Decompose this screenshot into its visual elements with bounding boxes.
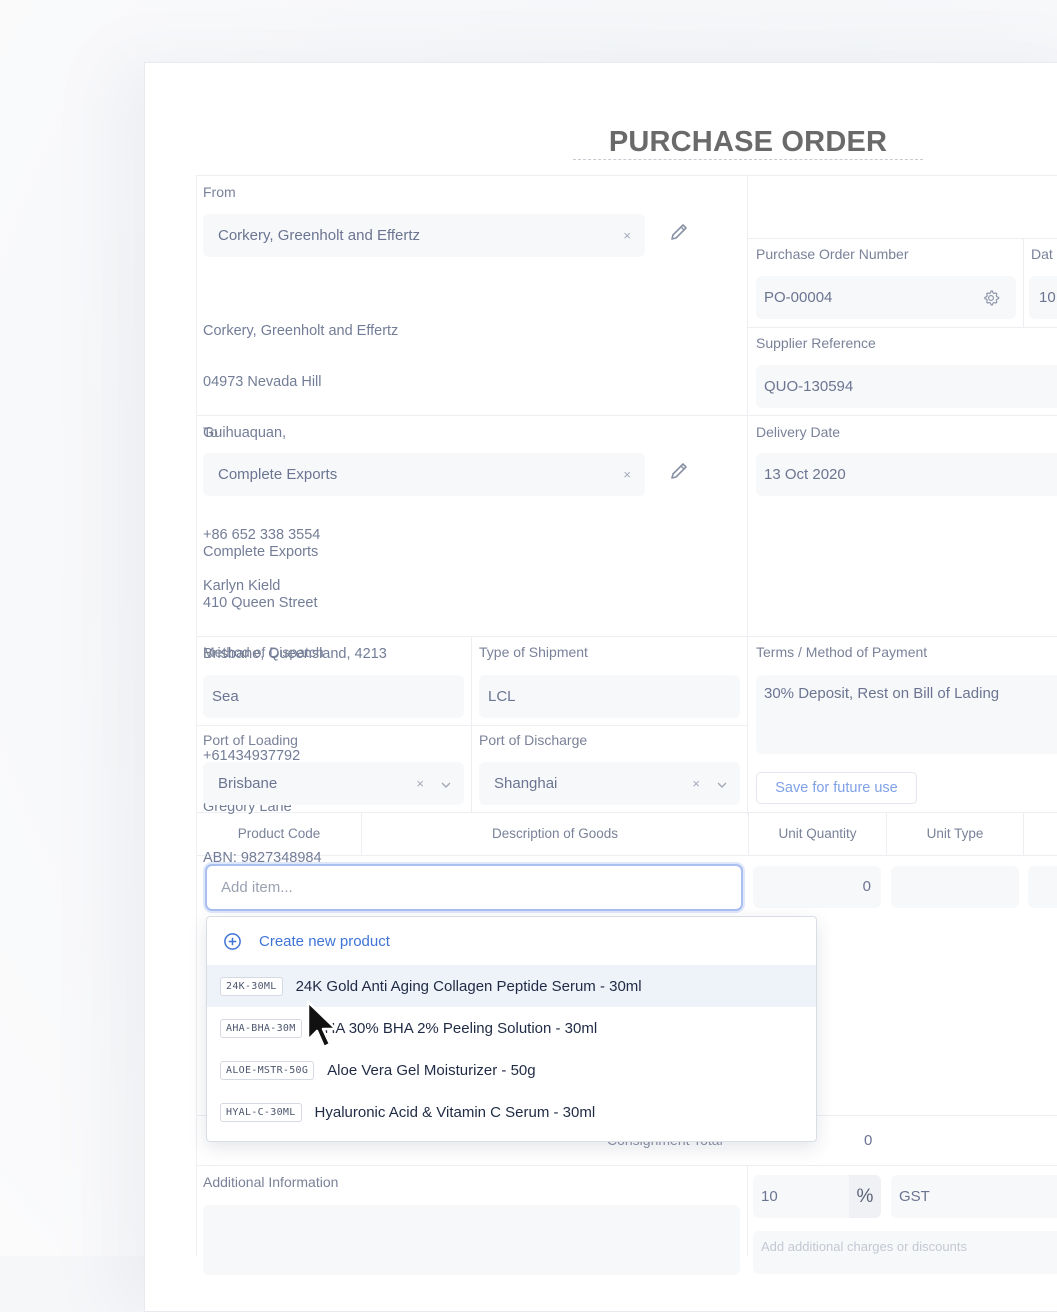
divider (471, 636, 472, 812)
unit-type-input[interactable] (891, 866, 1019, 908)
column-header-product-code: Product Code (237, 826, 321, 841)
divider (748, 238, 1057, 239)
divider (1023, 812, 1024, 855)
from-company-value: Corkery, Greenholt and Effertz (218, 227, 421, 244)
product-option[interactable]: AHA-BHA-30M AHA 30% BHA 2% Peeling Solut… (207, 1007, 816, 1049)
create-new-product-label: Create new product (259, 932, 390, 950)
po-number-label: Purchase Order Number (756, 246, 909, 262)
dispatch-label: Method of Dispatch (203, 644, 324, 660)
product-option[interactable]: HYAL-C-30ML Hyaluronic Acid & Vitamin C … (207, 1091, 816, 1133)
payment-terms-textarea[interactable]: 30% Deposit, Rest on Bill of Lading (756, 675, 1057, 754)
divider (1023, 238, 1024, 328)
address-line: 410 Queen Street (203, 595, 318, 611)
divider (196, 175, 1057, 176)
product-dropdown: Create new product 24K-30ML 24K Gold Ant… (206, 916, 817, 1142)
port-discharge-label: Port of Discharge (479, 732, 588, 748)
additional-charges-input[interactable]: Add additional charges or discounts (753, 1231, 1057, 1274)
clear-icon[interactable]: × (623, 228, 631, 243)
shipment-type-label: Type of Shipment (479, 644, 588, 660)
document-title[interactable]: PURCHASE ORDER (573, 124, 923, 160)
unit-quantity-input[interactable]: 0 (753, 866, 881, 908)
address-line: Corkery, Greenholt and Effertz (203, 323, 399, 339)
payment-terms-value: 30% Deposit, Rest on Bill of Lading (764, 685, 1000, 702)
date-input[interactable]: 10 (1029, 276, 1057, 319)
chevron-down-icon[interactable] (440, 778, 452, 795)
divider (747, 175, 748, 815)
date-value: 10 (1039, 289, 1056, 306)
date-label: Dat (1031, 246, 1053, 262)
clear-icon[interactable]: × (692, 776, 700, 791)
clear-icon[interactable]: × (623, 467, 631, 482)
delivery-date-value: 13 Oct 2020 (764, 466, 846, 483)
add-item-input[interactable]: Add item... (205, 864, 743, 911)
product-option[interactable]: ALOE-MSTR-50G Aloe Vera Gel Moisturizer … (207, 1049, 816, 1091)
divider (747, 1165, 748, 1256)
product-code-badge: 24K-30ML (220, 976, 283, 996)
dispatch-input[interactable]: Sea (203, 675, 464, 718)
port-discharge-value: Shanghai (494, 775, 558, 792)
plus-circle-icon (224, 932, 241, 950)
supplier-ref-value: QUO-130594 (764, 378, 854, 395)
supplier-ref-label: Supplier Reference (756, 335, 876, 351)
port-loading-value: Brisbane (218, 775, 278, 792)
consignment-total-value: 0 (864, 1132, 873, 1149)
address-line: Guihuaquan, (203, 425, 287, 441)
product-name: AHA 30% BHA 2% Peeling Solution - 30ml (314, 1019, 598, 1037)
to-company-select[interactable]: Complete Exports × (203, 453, 645, 496)
save-for-future-use-button[interactable]: Save for future use (756, 772, 917, 804)
edit-pencil-icon[interactable] (669, 222, 689, 242)
additional-charges-placeholder: Add additional charges or discounts (761, 1239, 967, 1254)
po-number-value: PO-00004 (764, 289, 833, 306)
next-column-input[interactable] (1028, 866, 1057, 908)
to-label: To (203, 424, 218, 440)
product-code-badge: ALOE-MSTR-50G (220, 1060, 315, 1080)
clear-icon[interactable]: × (416, 776, 424, 791)
product-name: Hyaluronic Acid & Vitamin C Serum - 30ml (314, 1103, 596, 1121)
additional-info-label: Additional Information (203, 1174, 339, 1190)
port-discharge-select[interactable]: Shanghai × (479, 762, 740, 805)
product-option[interactable]: 24K-30ML 24K Gold Anti Aging Collagen Pe… (207, 965, 816, 1007)
delivery-date-label: Delivery Date (756, 424, 841, 440)
column-header-unit-quantity: Unit Quantity (778, 826, 857, 841)
dispatch-value: Sea (212, 688, 239, 705)
port-loading-label: Port of Loading (203, 732, 298, 748)
chevron-down-icon[interactable] (716, 778, 728, 795)
additional-info-textarea[interactable] (203, 1205, 740, 1275)
column-header-unit-type: Unit Type (926, 826, 984, 841)
tax-name-input[interactable]: GST (891, 1175, 1057, 1218)
create-new-product-option[interactable]: Create new product (207, 917, 816, 965)
shipment-type-input[interactable]: LCL (479, 675, 740, 718)
po-number-input[interactable]: PO-00004 (756, 276, 1016, 319)
percent-unit: % (849, 1175, 881, 1218)
product-name: Aloe Vera Gel Moisturizer - 50g (327, 1061, 536, 1079)
supplier-ref-input[interactable]: QUO-130594 (756, 365, 1057, 408)
divider (196, 1165, 1057, 1166)
tax-name-value: GST (899, 1188, 930, 1205)
to-company-value: Complete Exports (218, 466, 338, 483)
tax-rate-input[interactable]: 10 % (753, 1175, 881, 1218)
delivery-date-input[interactable]: 13 Oct 2020 (756, 453, 1057, 496)
address-line: 04973 Nevada Hill (203, 374, 322, 390)
product-name: 24K Gold Anti Aging Collagen Peptide Ser… (295, 977, 642, 995)
product-code-badge: HYAL-C-30ML (220, 1102, 302, 1122)
port-loading-select[interactable]: Brisbane × (203, 762, 464, 805)
edit-pencil-icon[interactable] (669, 461, 689, 481)
gear-icon[interactable] (982, 289, 1000, 311)
from-label: From (203, 184, 236, 200)
from-company-select[interactable]: Corkery, Greenholt and Effertz × (203, 214, 645, 257)
product-code-badge: AHA-BHA-30M (220, 1018, 302, 1038)
mouse-cursor-icon (306, 1000, 340, 1055)
divider (748, 327, 1057, 328)
shipment-type-value: LCL (488, 688, 516, 705)
tax-rate-value: 10 (761, 1188, 778, 1205)
address-line: Complete Exports (203, 544, 319, 560)
column-header-description: Description of Goods (491, 826, 619, 841)
divider (196, 175, 197, 1256)
payment-terms-label: Terms / Method of Payment (756, 644, 928, 660)
